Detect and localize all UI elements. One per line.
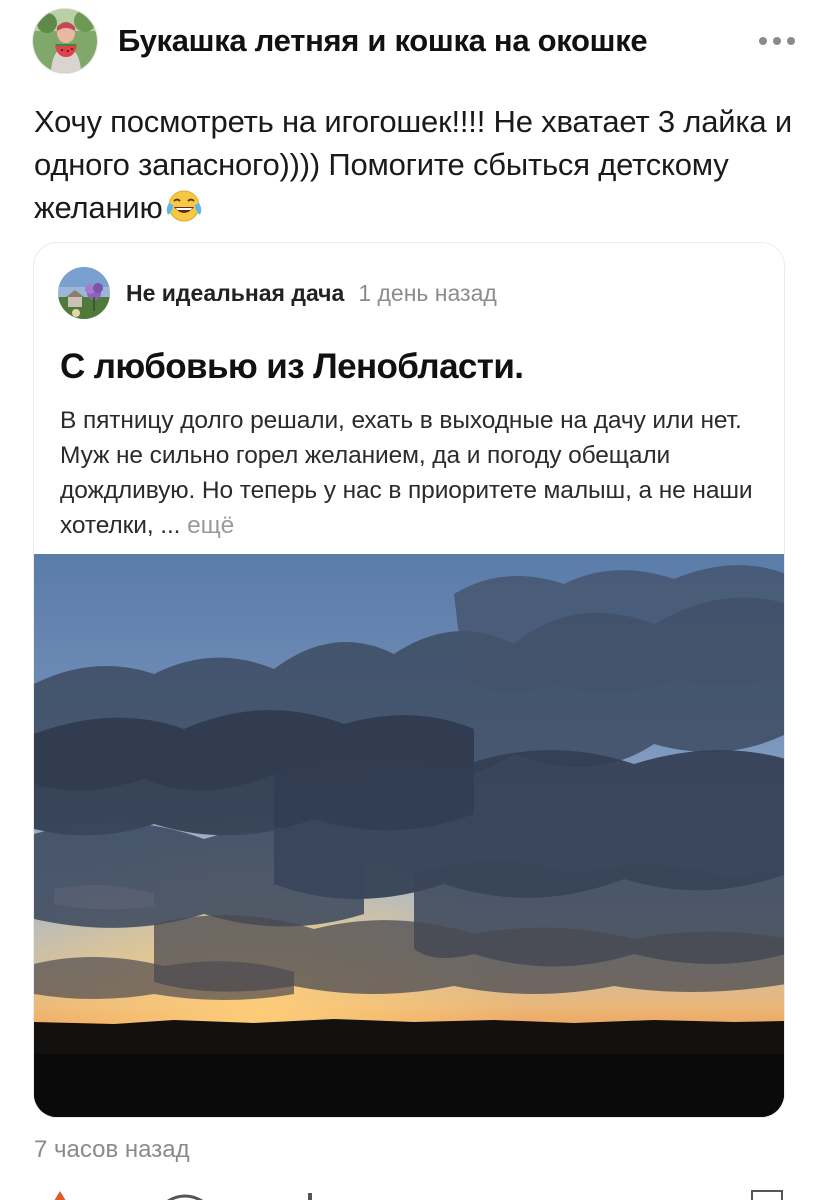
face-with-tears-of-joy-icon [165, 189, 203, 234]
source-avatar-image [58, 267, 110, 319]
action-bar-partial [0, 1188, 819, 1200]
post-header: Букашка летняя и кошка на окошке [32, 8, 795, 74]
post-text: Хочу посмотреть на игогошек!!!! Не хвата… [34, 100, 794, 234]
source-avatar[interactable] [58, 267, 110, 319]
read-more-link[interactable]: ещё [187, 512, 234, 539]
embedded-article-card[interactable]: Не идеальная дача 1 день назад С любовью… [33, 242, 785, 1118]
post-text-body: Хочу посмотреть на игогошек!!!! Не хвата… [34, 104, 792, 225]
author-name[interactable]: Букашка летняя и кошка на окошке [118, 23, 747, 59]
source-time: 1 день назад [358, 279, 497, 306]
post-timestamp: 7 часов назад [34, 1136, 190, 1163]
article-photo[interactable] [34, 554, 784, 1117]
article-excerpt: В пятницу долго решали, ехать в выходные… [60, 403, 760, 543]
article-title[interactable]: С любовью из Ленобласти. [60, 347, 524, 387]
source-name[interactable]: Не идеальная дача [126, 280, 344, 307]
sunset-sky-clouds-photo [34, 554, 784, 1117]
card-source-row: Не идеальная дача 1 день назад [58, 267, 497, 319]
article-excerpt-text: В пятницу долго решали, ехать в выходные… [60, 407, 753, 539]
more-options-icon[interactable] [747, 23, 795, 59]
author-avatar[interactable] [32, 8, 98, 74]
author-avatar-image [33, 9, 97, 73]
